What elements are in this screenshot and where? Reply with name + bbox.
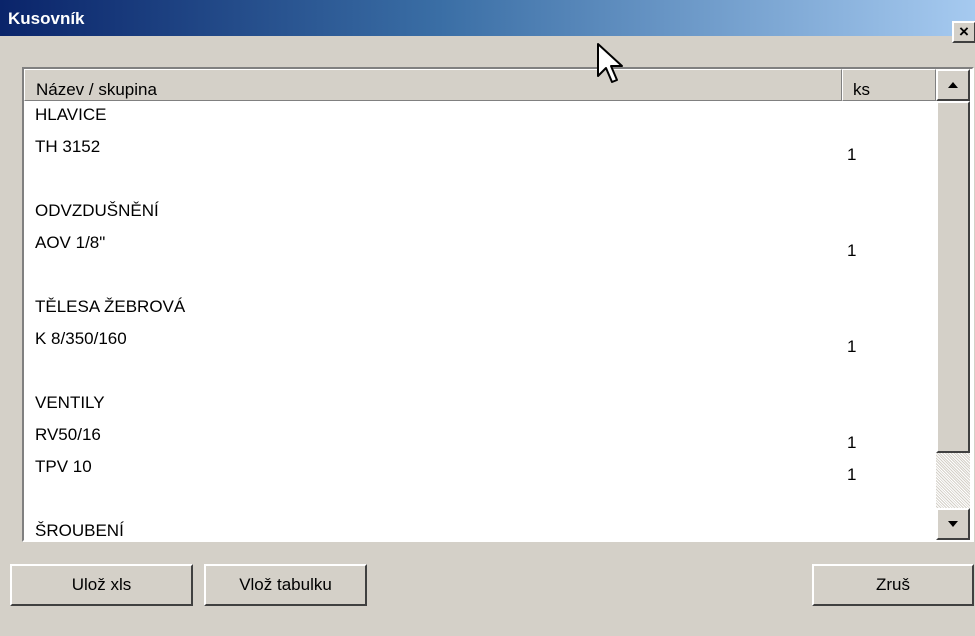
list-rows: HLAVICE TH 3152 1 ODVZDUŠNĚNÍ AOV 1/8" 1…: [24, 101, 936, 540]
window-title: Kusovník: [8, 9, 85, 28]
list-item[interactable]: [24, 165, 936, 197]
list-item[interactable]: TH 3152 1: [24, 133, 936, 165]
list-item[interactable]: AOV 1/8" 1: [24, 229, 936, 261]
cancel-button[interactable]: Zruš: [812, 564, 974, 606]
close-icon: ×: [959, 22, 969, 41]
item-qty: 1: [847, 465, 857, 484]
vertical-scrollbar[interactable]: [936, 69, 970, 540]
list-item[interactable]: [24, 357, 936, 389]
item-name: K 8/350/160: [35, 329, 127, 348]
scroll-track[interactable]: [936, 453, 970, 508]
list-item[interactable]: TĚLESA ŽEBROVÁ: [24, 293, 936, 325]
item-name: RV50/16: [35, 425, 101, 444]
item-qty: 1: [847, 433, 857, 452]
scroll-up-button[interactable]: [936, 69, 970, 101]
arrow-up-icon: [948, 82, 958, 88]
item-name: TH 3152: [35, 137, 101, 156]
item-qty: 1: [847, 241, 857, 260]
list-header: Název / skupina ks: [24, 69, 936, 101]
title-bar[interactable]: Kusovník: [0, 0, 975, 36]
item-qty: 1: [847, 145, 857, 164]
arrow-down-icon: [948, 521, 958, 527]
list-item[interactable]: RV50/16 1: [24, 421, 936, 453]
item-name: ŠROUBENÍ: [35, 521, 124, 540]
list-item[interactable]: [24, 485, 936, 517]
column-header-ks[interactable]: ks: [842, 69, 936, 101]
item-name: HLAVICE: [35, 105, 107, 124]
item-name: ODVZDUŠNĚNÍ: [35, 201, 159, 220]
scroll-thumb[interactable]: [936, 101, 970, 453]
insert-table-button[interactable]: Vlož tabulku: [204, 564, 367, 606]
item-name: TĚLESA ŽEBROVÁ: [35, 297, 186, 316]
mouse-cursor-icon: [597, 43, 623, 83]
column-header-name[interactable]: Název / skupina: [24, 69, 842, 101]
list-item[interactable]: HLAVICE: [24, 101, 936, 133]
list-item[interactable]: ODVZDUŠNĚNÍ: [24, 197, 936, 229]
list-item[interactable]: [24, 261, 936, 293]
list-item[interactable]: ŠROUBENÍ: [24, 517, 936, 540]
item-name: VENTILY: [35, 393, 105, 412]
list-item[interactable]: K 8/350/160 1: [24, 325, 936, 357]
save-xls-button[interactable]: Ulož xls: [10, 564, 193, 606]
bill-of-materials-list[interactable]: Název / skupina ks HLAVICE TH 3152 1 ODV…: [22, 67, 974, 542]
list-item[interactable]: TPV 10 1: [24, 453, 936, 485]
item-name: TPV 10: [35, 457, 92, 476]
close-button[interactable]: ×: [952, 21, 975, 43]
item-qty: 1: [847, 337, 857, 356]
list-item[interactable]: VENTILY: [24, 389, 936, 421]
scroll-down-button[interactable]: [936, 508, 970, 540]
item-name: AOV 1/8": [35, 233, 106, 252]
